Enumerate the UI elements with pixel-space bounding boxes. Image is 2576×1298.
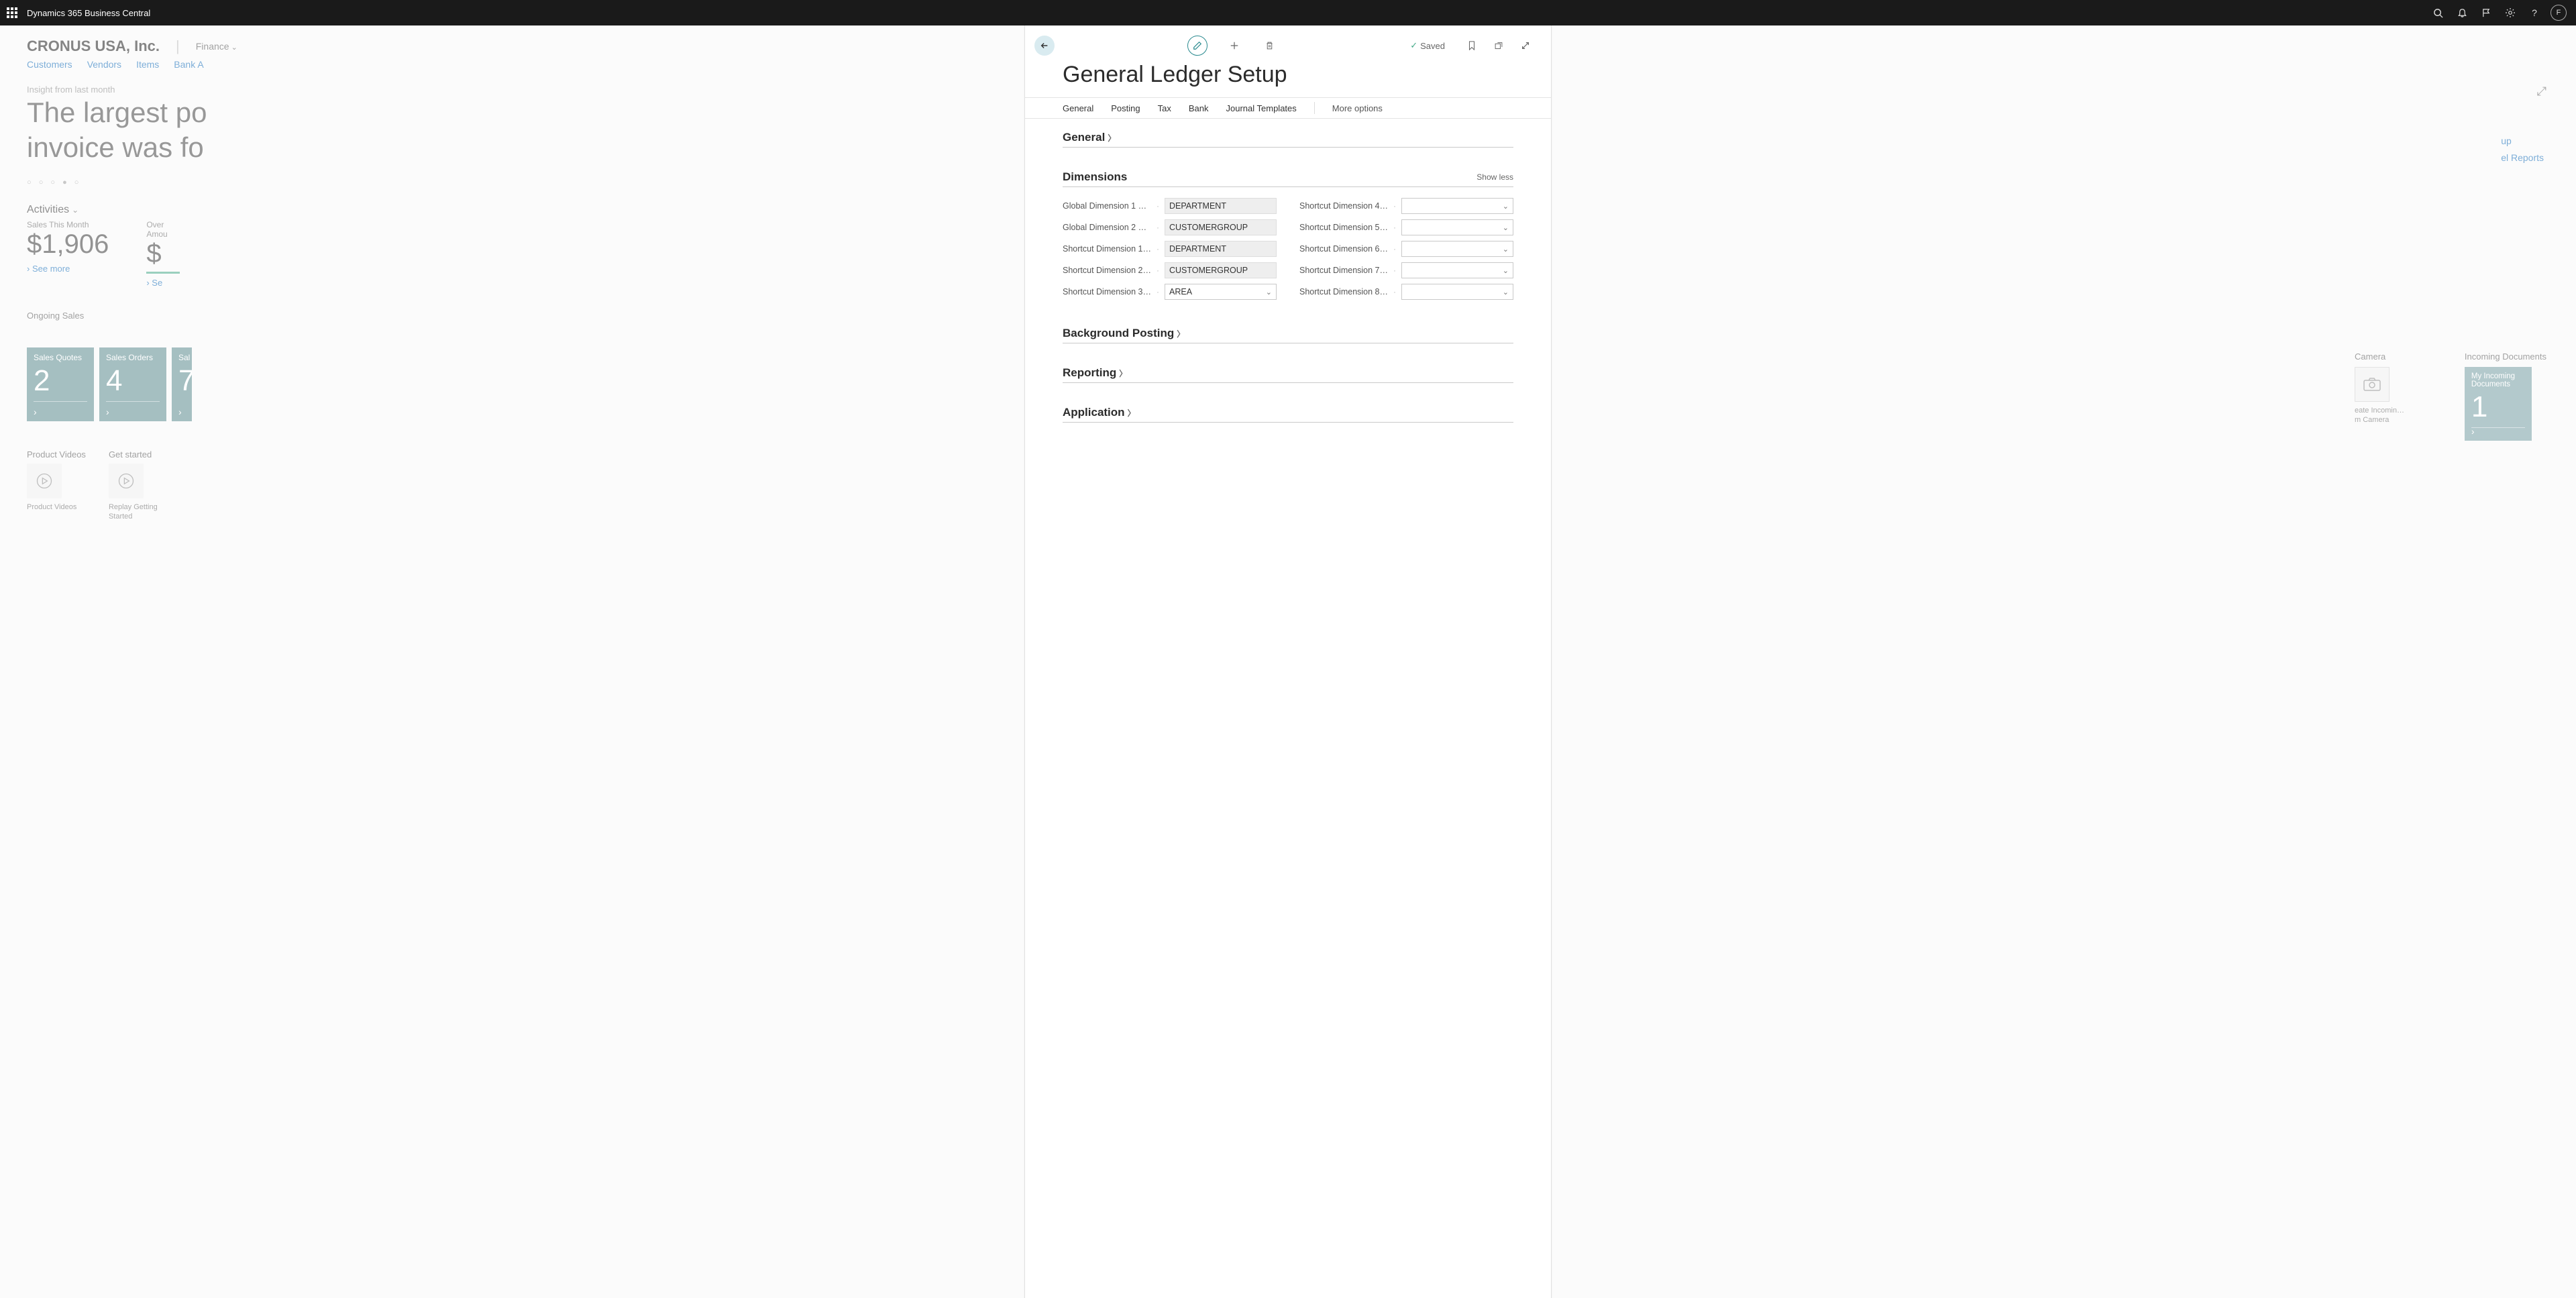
help-icon[interactable]: ? xyxy=(2522,0,2546,25)
field-shortcut-dim-7: Shortcut Dimension 7…· ⌄ xyxy=(1299,262,1513,278)
tile-sales-orders[interactable]: Sales Orders 4 › xyxy=(99,347,166,421)
fasttab-general[interactable]: General〉 xyxy=(1063,131,1513,148)
chevron-down-icon: ⌄ xyxy=(1503,266,1509,275)
kpi-value-sales: $1,906 xyxy=(27,229,109,260)
navtab-vendors[interactable]: Vendors xyxy=(87,59,121,70)
navtab-bank[interactable]: Bank A xyxy=(174,59,203,70)
see-more-link-2[interactable]: Se xyxy=(146,278,180,288)
search-icon[interactable] xyxy=(2426,0,2450,25)
product-videos-label: Product Videos xyxy=(27,449,86,459)
product-videos-tile[interactable] xyxy=(27,464,62,498)
camera-caption[interactable]: eate Incomin… m Camera xyxy=(2355,406,2404,425)
get-started-caption[interactable]: Replay Getting Started xyxy=(109,502,158,522)
panel-body: General〉 Dimensions Show less Global Dim… xyxy=(1025,119,1551,1298)
dropdown-shortcut-dim-8[interactable]: ⌄ xyxy=(1401,284,1513,300)
workspace-menu-finance[interactable]: Finance xyxy=(196,41,237,52)
navtab-customers[interactable]: Customers xyxy=(27,59,72,70)
fasttab-application[interactable]: Application〉 xyxy=(1063,406,1513,423)
dropdown-shortcut-dim-3[interactable]: AREA⌄ xyxy=(1165,284,1277,300)
dropdown-shortcut-dim-5[interactable]: ⌄ xyxy=(1401,219,1513,235)
value-shortcut-dim-2: CUSTOMERGROUP xyxy=(1165,262,1277,278)
chevron-down-icon: ⌄ xyxy=(1503,223,1509,232)
saved-indicator: Saved xyxy=(1410,40,1445,51)
right-links: up el Reports xyxy=(2501,72,2544,166)
app-title: Dynamics 365 Business Central xyxy=(27,8,150,18)
panel-toolbar: Saved xyxy=(1025,25,1551,59)
navtab-items[interactable]: Items xyxy=(136,59,159,70)
tab-bank[interactable]: Bank xyxy=(1189,103,1209,113)
product-videos-caption[interactable]: Product Videos xyxy=(27,502,80,512)
back-button[interactable] xyxy=(1034,36,1055,56)
tab-journal-templates[interactable]: Journal Templates xyxy=(1226,103,1297,113)
tile-sales-quotes[interactable]: Sales Quotes 2 › xyxy=(27,347,94,421)
value-global-dim-2: CUSTOMERGROUP xyxy=(1165,219,1277,235)
tab-tax[interactable]: Tax xyxy=(1158,103,1171,113)
flag-icon[interactable] xyxy=(2474,0,2498,25)
get-started-tile[interactable] xyxy=(109,464,144,498)
tab-more-options[interactable]: More options xyxy=(1332,103,1383,113)
company-name[interactable]: CRONUS USA, Inc. xyxy=(27,38,160,55)
chevron-down-icon: ⌄ xyxy=(1503,202,1509,211)
field-shortcut-dim-5: Shortcut Dimension 5…· ⌄ xyxy=(1299,219,1513,235)
field-global-dim-1: Global Dimension 1 C…· DEPARTMENT xyxy=(1063,198,1277,214)
chevron-down-icon: ⌄ xyxy=(1503,288,1509,296)
camera-label: Camera xyxy=(2355,351,2404,362)
chevron-right-icon: 〉 xyxy=(1108,132,1116,144)
chevron-right-icon: 〉 xyxy=(1119,368,1127,379)
user-avatar[interactable]: F xyxy=(2551,5,2567,21)
top-bar: Dynamics 365 Business Central ? F xyxy=(0,0,2576,25)
dropdown-shortcut-dim-4[interactable]: ⌄ xyxy=(1401,198,1513,214)
value-shortcut-dim-1: DEPARTMENT xyxy=(1165,241,1277,257)
tile-partial[interactable]: Sal 7 › xyxy=(172,347,192,421)
settings-gear-icon[interactable] xyxy=(2498,0,2522,25)
field-shortcut-dim-6: Shortcut Dimension 6…· ⌄ xyxy=(1299,241,1513,257)
show-less-link[interactable]: Show less xyxy=(1477,172,1513,182)
field-global-dim-2: Global Dimension 2 C…· CUSTOMERGROUP xyxy=(1063,219,1277,235)
new-button[interactable] xyxy=(1226,38,1242,54)
app-launcher-icon[interactable] xyxy=(7,7,17,18)
dimensions-grid: Global Dimension 1 C…· DEPARTMENT Shortc… xyxy=(1063,198,1513,300)
dropdown-shortcut-dim-7[interactable]: ⌄ xyxy=(1401,262,1513,278)
camera-tile[interactable] xyxy=(2355,367,2390,402)
tile-incoming-docs[interactable]: My Incoming Documents 1 › xyxy=(2465,367,2532,441)
see-more-link[interactable]: See more xyxy=(27,264,109,274)
dropdown-shortcut-dim-6[interactable]: ⌄ xyxy=(1401,241,1513,257)
value-global-dim-1: DEPARTMENT xyxy=(1165,198,1277,214)
chevron-down-icon: ⌄ xyxy=(1266,288,1272,296)
page-title: General Ledger Setup xyxy=(1025,59,1551,97)
edit-button[interactable] xyxy=(1187,36,1208,56)
field-shortcut-dim-2: Shortcut Dimension 2…· CUSTOMERGROUP xyxy=(1063,262,1277,278)
popout-icon[interactable] xyxy=(1491,38,1507,54)
kpi-label-overdue: Over Amou xyxy=(146,220,180,239)
field-shortcut-dim-4: Shortcut Dimension 4…· ⌄ xyxy=(1299,198,1513,214)
panel-section-tabs: General Posting Tax Bank Journal Templat… xyxy=(1025,97,1551,119)
fullscreen-icon[interactable] xyxy=(1517,38,1534,54)
bookmark-icon[interactable] xyxy=(1464,38,1480,54)
delete-button[interactable] xyxy=(1261,38,1277,54)
fasttab-background-posting[interactable]: Background Posting〉 xyxy=(1063,327,1513,343)
chevron-right-icon: 〉 xyxy=(1177,328,1185,339)
field-shortcut-dim-8: Shortcut Dimension 8…· ⌄ xyxy=(1299,284,1513,300)
kpi-label-sales: Sales This Month xyxy=(27,220,109,229)
gl-setup-panel: Saved General Ledger Setup General Posti… xyxy=(1024,25,1552,1298)
get-started-label: Get started xyxy=(109,449,158,459)
kpi-value-overdue: $ xyxy=(146,239,180,269)
chevron-right-icon: 〉 xyxy=(1128,407,1136,419)
field-shortcut-dim-3: Shortcut Dimension 3…· AREA⌄ xyxy=(1063,284,1277,300)
field-shortcut-dim-1: Shortcut Dimension 1…· DEPARTMENT xyxy=(1063,241,1277,257)
tab-posting[interactable]: Posting xyxy=(1111,103,1140,113)
notifications-icon[interactable] xyxy=(2450,0,2474,25)
fasttab-reporting[interactable]: Reporting〉 xyxy=(1063,366,1513,383)
tab-general[interactable]: General xyxy=(1063,103,1093,113)
incoming-docs-label: Incoming Documents xyxy=(2465,351,2546,362)
fasttab-dimensions[interactable]: Dimensions Show less xyxy=(1063,170,1513,187)
chevron-down-icon: ⌄ xyxy=(1503,245,1509,254)
